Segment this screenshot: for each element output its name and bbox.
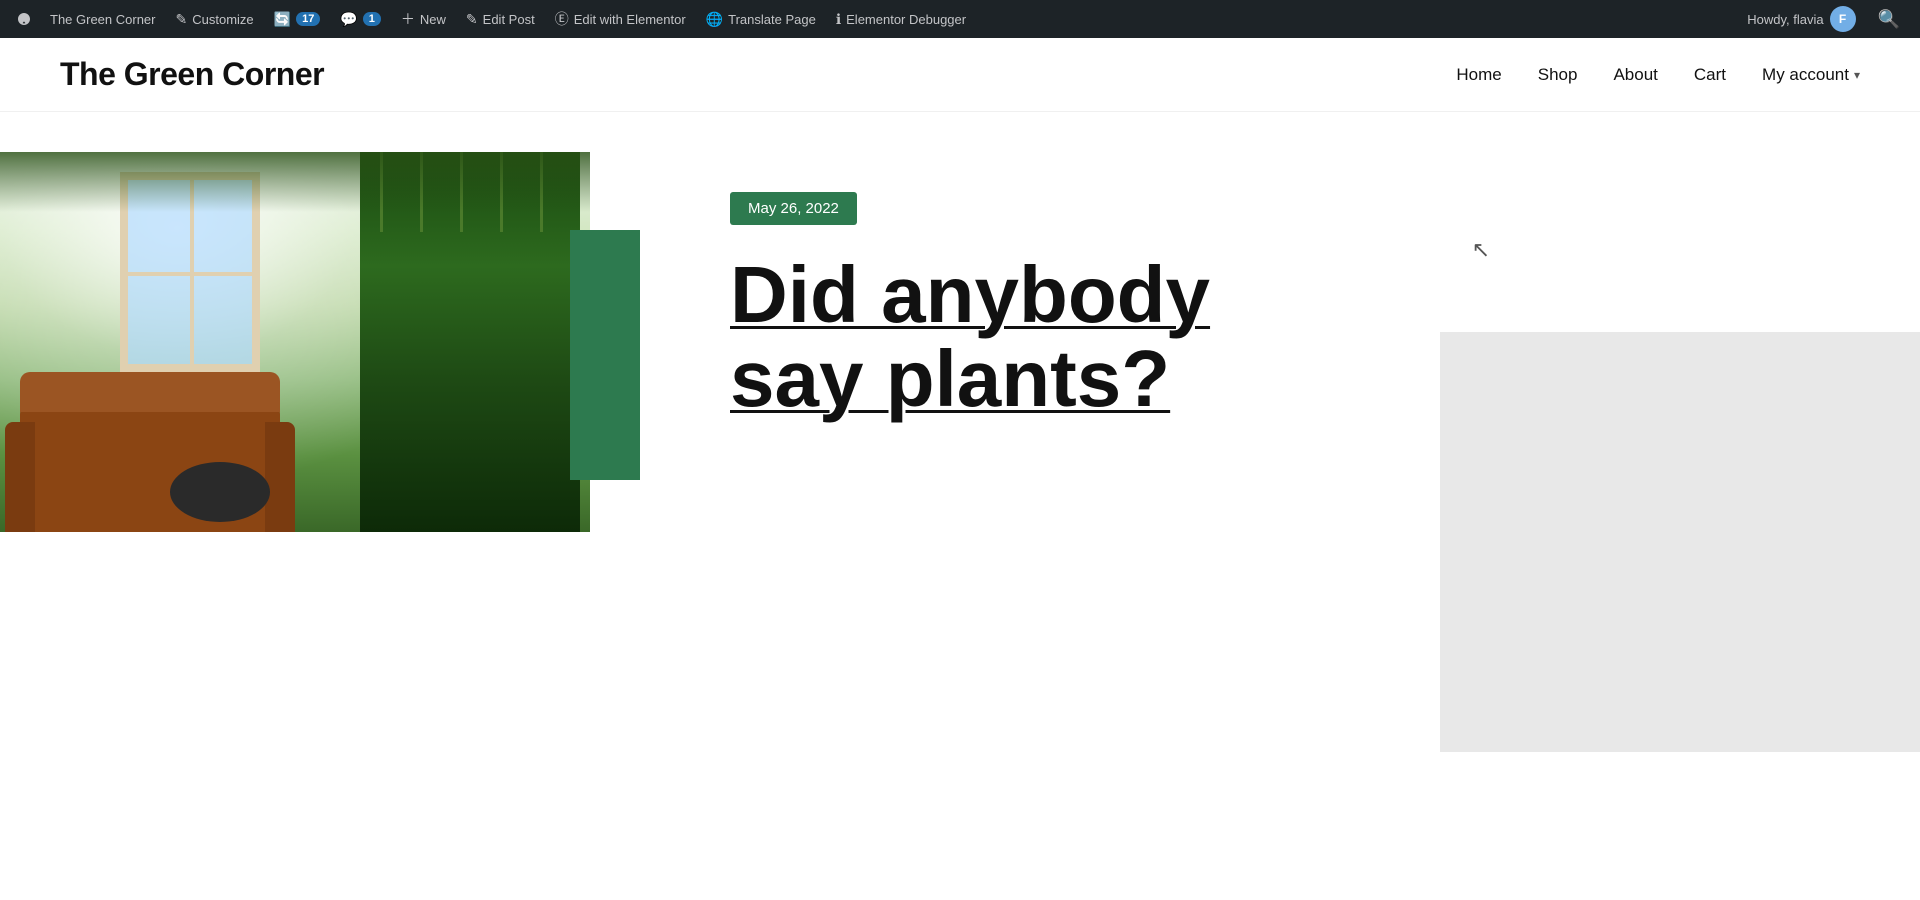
my-account-label: My account xyxy=(1762,65,1849,85)
edit-icon: ✎ xyxy=(466,11,478,28)
main-nav: Home Shop About Cart My account ▾ xyxy=(1456,65,1860,85)
comments-badge: 1 xyxy=(363,12,381,26)
plus-icon: ＋ xyxy=(401,9,415,29)
edit-elementor-label: Edit with Elementor xyxy=(574,12,686,27)
debugger-link[interactable]: ℹ Elementor Debugger xyxy=(828,0,974,38)
new-label: New xyxy=(420,12,446,27)
howdy-label: Howdy, flavia xyxy=(1747,12,1823,27)
nav-cart[interactable]: Cart xyxy=(1694,65,1726,85)
edit-post-link[interactable]: ✎ Edit Post xyxy=(458,0,543,38)
wp-logo[interactable] xyxy=(10,5,38,33)
site-header: The Green Corner Home Shop About Cart My… xyxy=(0,38,1920,112)
translate-icon: 🌐 xyxy=(706,11,723,28)
elementor-icon: Ⓔ xyxy=(555,9,569,29)
nav-shop[interactable]: Shop xyxy=(1538,65,1578,85)
sofa-armrest-left xyxy=(5,422,35,532)
sofa-armrest-right xyxy=(265,422,295,532)
nav-home[interactable]: Home xyxy=(1456,65,1501,85)
customize-label: Customize xyxy=(192,12,253,27)
avatar: F xyxy=(1830,6,1856,32)
admin-bar: The Green Corner ✎ Customize 🔄 17 💬 1 ＋ … xyxy=(0,0,1920,38)
debugger-label: Elementor Debugger xyxy=(846,12,966,27)
admin-bar-right: Howdy, flavia F 🔍 xyxy=(1739,0,1910,38)
translate-label: Translate Page xyxy=(728,12,816,27)
site-name-text: The Green Corner xyxy=(50,12,156,27)
hero-image-inner xyxy=(0,152,590,532)
plant-ceiling-strip xyxy=(0,152,590,212)
customize-link[interactable]: ✎ Customize xyxy=(168,0,262,38)
coffee-table xyxy=(170,462,270,522)
comments-link[interactable]: 💬 1 xyxy=(332,0,389,38)
content-right: May 26, 2022 Did anybody say plants? xyxy=(650,112,1920,752)
post-title-line1: Did anybody xyxy=(730,250,1210,339)
updates-badge: 17 xyxy=(296,12,320,26)
comments-icon: 💬 xyxy=(340,11,357,28)
updates-icon: 🔄 xyxy=(274,11,291,28)
info-icon: ℹ xyxy=(836,11,841,28)
new-link[interactable]: ＋ New xyxy=(393,0,454,38)
nav-my-account[interactable]: My account ▾ xyxy=(1762,65,1860,85)
edit-elementor-link[interactable]: Ⓔ Edit with Elementor xyxy=(547,0,694,38)
site-name-link[interactable]: The Green Corner xyxy=(42,0,164,38)
hero-image xyxy=(0,152,590,532)
nav-about[interactable]: About xyxy=(1613,65,1657,85)
howdy-section[interactable]: Howdy, flavia F xyxy=(1739,6,1863,32)
post-title[interactable]: Did anybody say plants? xyxy=(730,253,1270,421)
customize-icon: ✎ xyxy=(176,11,188,28)
updates-link[interactable]: 🔄 17 xyxy=(266,0,329,38)
translate-link[interactable]: 🌐 Translate Page xyxy=(698,0,824,38)
date-badge: May 26, 2022 xyxy=(730,192,857,225)
chevron-down-icon: ▾ xyxy=(1854,68,1860,82)
post-title-line2: say plants? xyxy=(730,334,1170,423)
search-button[interactable]: 🔍 xyxy=(1868,0,1910,38)
green-accent-rect xyxy=(570,230,640,480)
site-title[interactable]: The Green Corner xyxy=(60,56,324,93)
main-content: May 26, 2022 Did anybody say plants? ↖ xyxy=(0,112,1920,752)
edit-post-label: Edit Post xyxy=(483,12,535,27)
